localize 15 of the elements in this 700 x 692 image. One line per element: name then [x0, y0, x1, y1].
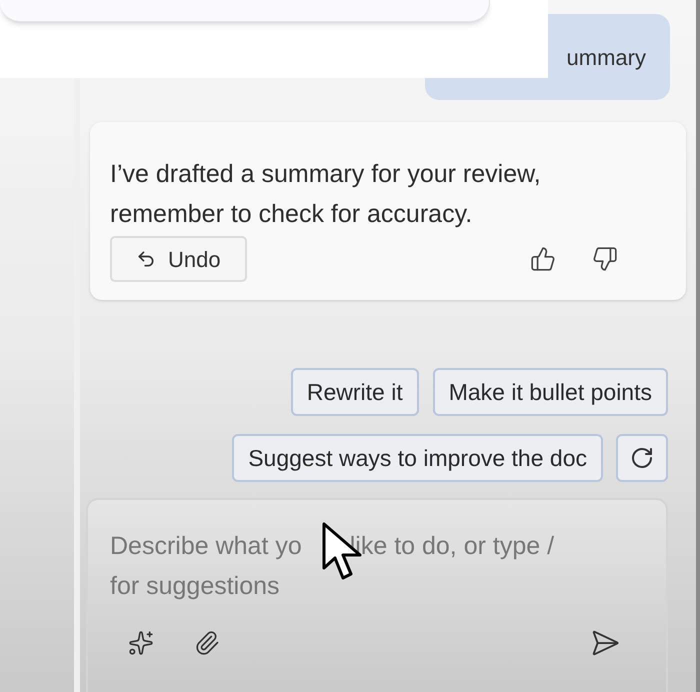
placeholder-text: for suggestions [110, 571, 280, 602]
assistant-message: I’ve drafted a summary for your review, remember to check for accuracy. [110, 159, 542, 230]
refresh-button[interactable] [616, 434, 668, 482]
sparkle-icon[interactable] [128, 630, 154, 656]
paperclip-icon[interactable] [194, 630, 220, 656]
send-icon[interactable] [590, 628, 620, 658]
suggestion-chip[interactable]: Suggest ways to improve the doc [232, 434, 603, 482]
thumbs-up-icon[interactable] [530, 246, 556, 272]
suggestion-chip[interactable]: Make it bullet points [432, 368, 668, 416]
placeholder-text: Describe what yo [110, 531, 302, 562]
undo-icon [136, 249, 156, 269]
suggestion-chip[interactable]: Rewrite it [290, 368, 419, 416]
undo-button[interactable]: Undo [110, 236, 247, 282]
refresh-icon [630, 446, 654, 470]
thumbs-down-icon[interactable] [592, 246, 618, 272]
